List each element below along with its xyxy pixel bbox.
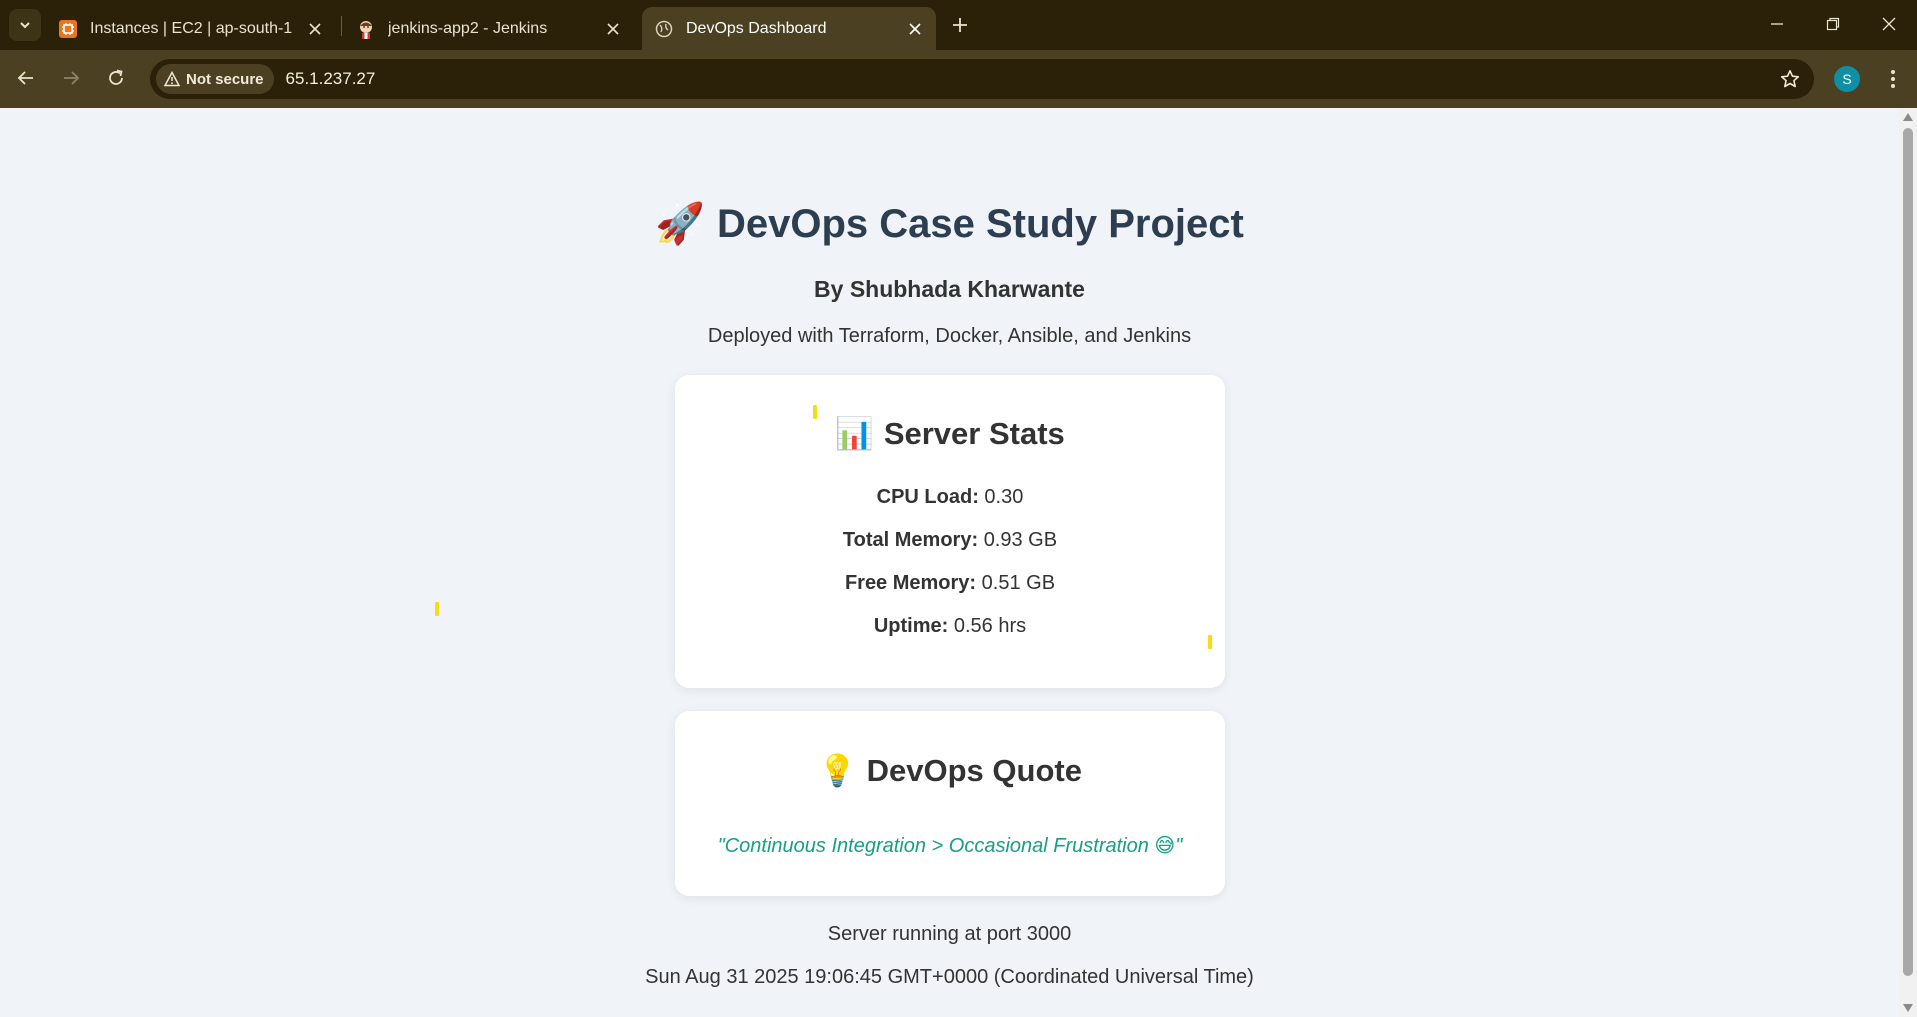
stat-value: 0.93 GB: [983, 529, 1058, 551]
author-line: By Shubhada Kharwante: [814, 276, 1085, 302]
devops-quote-title: DevOps Quote: [866, 753, 1082, 788]
minimize-button[interactable]: [1749, 0, 1805, 48]
scroll-up-arrow-icon[interactable]: [1903, 113, 1913, 121]
back-button[interactable]: [9, 61, 43, 95]
browser-menu-button[interactable]: [1878, 64, 1908, 94]
stat-value: 0.30: [984, 486, 1024, 508]
tab-jenkins[interactable]: jenkins-app2 - Jenkins: [350, 8, 630, 50]
stat-uptime: Uptime: 0.56 hrs: [675, 615, 1225, 638]
server-stats-title: Server Stats: [883, 416, 1065, 451]
stat-total-memory: Total Memory: 0.93 GB: [675, 529, 1225, 552]
aws-ec2-icon: [58, 19, 78, 39]
arrow-left-icon: [17, 71, 33, 85]
page-viewport: 🚀 DevOps Case Study Project By Shubhada K…: [0, 108, 1899, 1017]
tab-label: Instances | EC2 | ap-south-1: [90, 20, 293, 37]
tab-divider: [341, 16, 342, 36]
close-icon[interactable]: [904, 18, 926, 40]
page-title: 🚀 DevOps Case Study Project: [0, 200, 1899, 247]
server-stats-heading: 📊 Server Stats: [675, 415, 1225, 452]
profile-avatar[interactable]: S: [1834, 66, 1860, 92]
server-stats-card: 📊 Server Stats CPU Load: 0.30 Total Memor…: [675, 375, 1225, 688]
confetti-spark: [1208, 635, 1212, 649]
tab-search-button[interactable]: [9, 9, 41, 41]
more-vertical-icon: [1891, 70, 1895, 88]
confetti-spark: [813, 405, 817, 419]
reload-button[interactable]: [99, 61, 133, 95]
close-icon[interactable]: [602, 18, 624, 40]
window-close-button[interactable]: [1861, 0, 1917, 48]
restore-icon: [1826, 17, 1840, 31]
stat-label: Total Memory:: [842, 529, 979, 551]
server-port-status: Server running at port 3000: [827, 923, 1072, 945]
chevron-down-icon: [20, 22, 30, 29]
scroll-down-arrow-icon[interactable]: [1903, 1004, 1913, 1012]
rocket-icon: 🚀: [655, 201, 705, 247]
bookmark-button[interactable]: [1778, 67, 1802, 91]
jenkins-icon: [356, 19, 376, 39]
stat-label: Uptime:: [873, 615, 949, 637]
stat-free-memory: Free Memory: 0.51 GB: [675, 572, 1225, 595]
url-text[interactable]: 65.1.237.27: [286, 69, 376, 89]
server-datetime: Sun Aug 31 2025 19:06:45 GMT+0000 (Coord…: [645, 966, 1254, 988]
stat-value: 0.51 GB: [981, 572, 1056, 594]
deployment-subtitle: Deployed with Terraform, Docker, Ansible…: [707, 325, 1192, 347]
quote-text: "Continuous Integration > Occasional Fru…: [717, 835, 1183, 857]
stat-label: Free Memory:: [844, 572, 977, 594]
site-info-chip[interactable]: Not secure: [156, 64, 274, 94]
lightbulb-icon: 💡: [818, 753, 857, 789]
devops-quote-heading: 💡 DevOps Quote: [675, 752, 1225, 789]
page-scrollbar[interactable]: [1899, 108, 1917, 1017]
restore-button[interactable]: [1805, 0, 1861, 48]
arrow-right-icon: [64, 71, 80, 85]
close-icon[interactable]: [304, 18, 326, 40]
tab-ec2-instances[interactable]: Instances | EC2 | ap-south-1: [52, 8, 332, 50]
star-icon: [1780, 70, 1800, 88]
close-icon: [1882, 17, 1896, 31]
security-status-label: Not secure: [186, 70, 264, 88]
reload-icon: [109, 69, 123, 85]
warning-icon: [164, 71, 180, 87]
devops-quote-card: 💡 DevOps Quote "Continuous Integration > …: [675, 711, 1225, 896]
scrollbar-thumb[interactable]: [1903, 128, 1913, 976]
plus-icon: [953, 18, 967, 32]
new-tab-button[interactable]: [945, 10, 975, 40]
page-title-text: DevOps Case Study Project: [716, 202, 1244, 246]
forward-button[interactable]: [54, 61, 88, 95]
bar-chart-icon: 📊: [835, 416, 874, 452]
tab-label: DevOps Dashboard: [686, 19, 827, 37]
browser-toolbar: Not secure 65.1.237.27 S: [0, 50, 1917, 108]
minimize-icon: [1771, 23, 1783, 25]
stat-cpu-load: CPU Load: 0.30: [675, 486, 1225, 509]
browser-tab-strip: Instances | EC2 | ap-south-1 jenkins-app…: [0, 0, 1917, 50]
confetti-spark: [435, 602, 439, 616]
tab-label: jenkins-app2 - Jenkins: [388, 20, 548, 37]
globe-icon: [654, 19, 674, 39]
address-bar[interactable]: Not secure 65.1.237.27: [150, 59, 1814, 99]
tab-devops-dashboard[interactable]: DevOps Dashboard: [642, 7, 936, 50]
stat-label: CPU Load:: [876, 486, 979, 508]
stat-value: 0.56 hrs: [953, 615, 1027, 637]
